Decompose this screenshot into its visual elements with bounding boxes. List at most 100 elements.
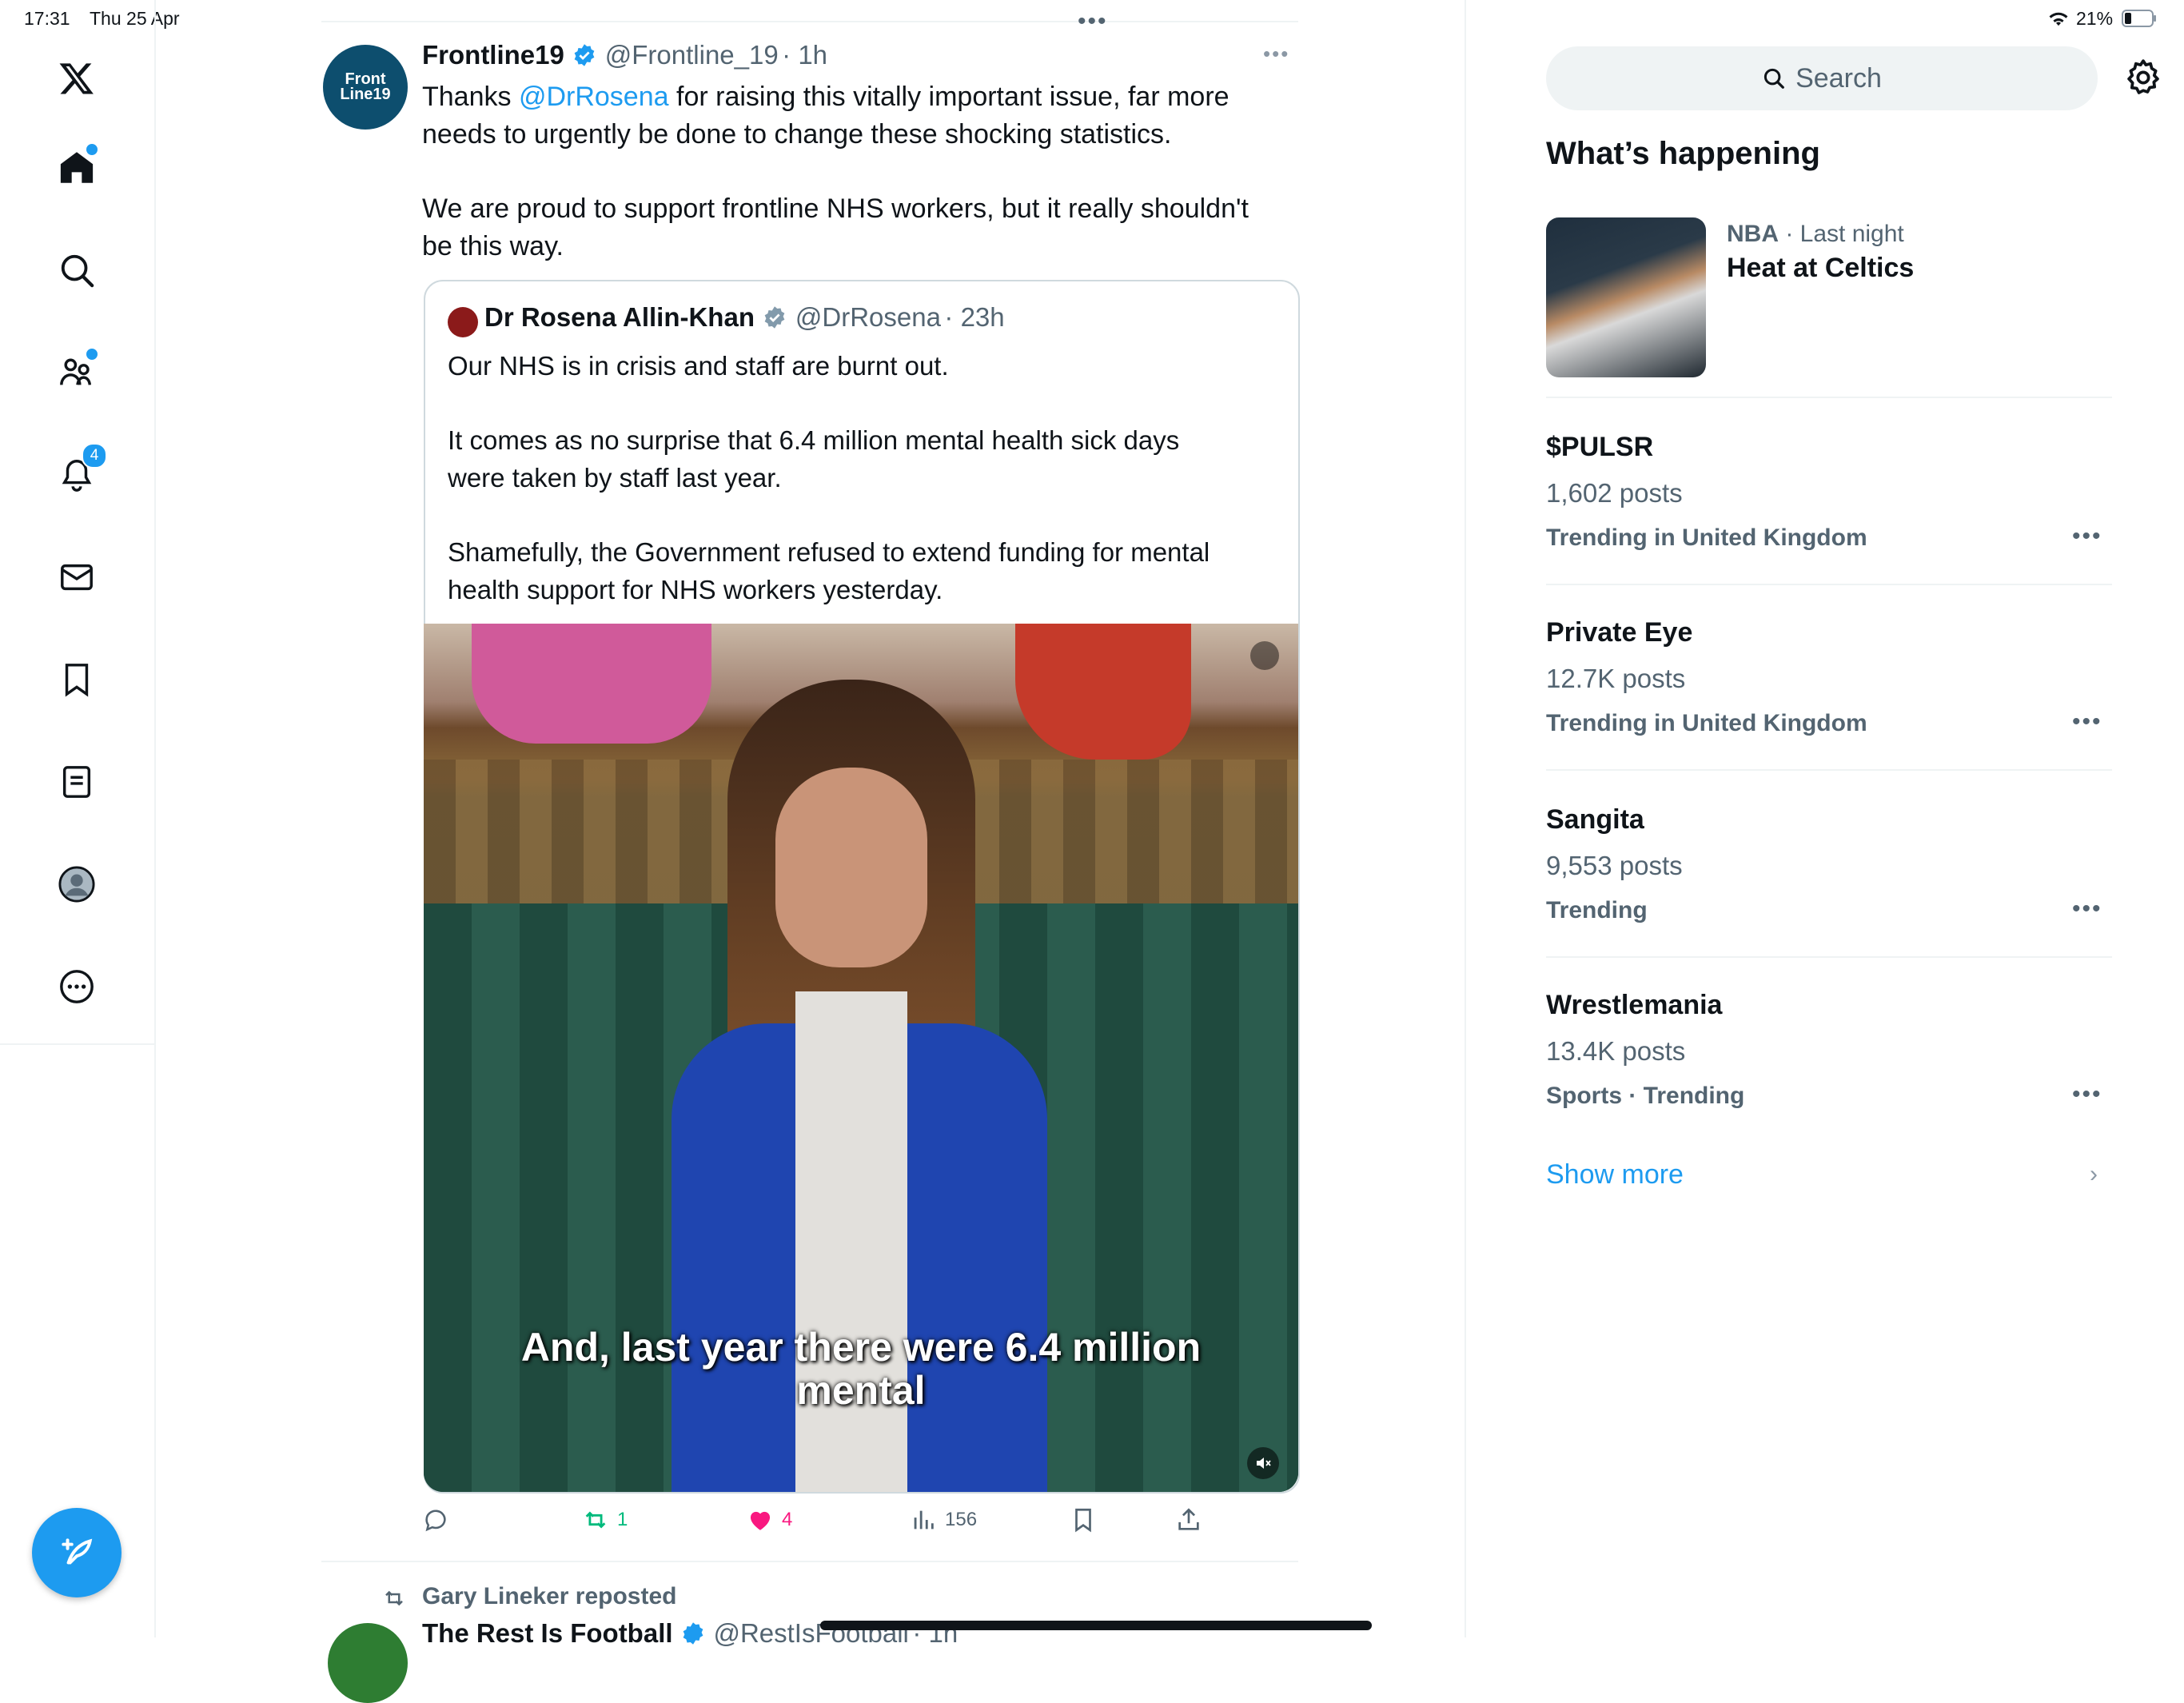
video-settings-icon[interactable] <box>1250 641 1279 670</box>
quoted-text: were taken by staff last year. <box>448 463 782 493</box>
trend-post-count: 13.4K posts <box>1546 1036 1686 1066</box>
trend-title[interactable]: Wrestlemania <box>1546 990 1722 1021</box>
like-button[interactable]: 4 <box>747 1506 792 1533</box>
quoted-tweet-time: · 23h <box>944 302 1005 332</box>
search-placeholder: Search <box>1795 62 1882 94</box>
search-field[interactable]: Search <box>1546 46 2098 110</box>
verified-gray-badge-icon <box>765 306 785 329</box>
featured-trend-title[interactable]: Heat at Celtics <box>1727 253 1914 284</box>
video-scene-face <box>775 768 927 967</box>
caption-line: And, last year there were 6.4 million <box>520 1325 1202 1370</box>
retweet-button[interactable]: 1 <box>582 1506 628 1533</box>
home-icon[interactable] <box>48 139 106 197</box>
video-scene-figure <box>1015 624 1191 760</box>
left-navigation: 4 <box>0 0 156 1637</box>
tweet-text: We are proud to support frontline NHS wo… <box>422 193 1249 224</box>
tweet-author-handle[interactable]: @Frontline_19 <box>605 40 779 70</box>
trend-title[interactable]: $PULSR <box>1546 432 1653 463</box>
tweet-text: be this way. <box>422 231 564 261</box>
x-logo-icon[interactable] <box>48 50 106 107</box>
tweet-body: Thanks @DrRosena for raising this vitall… <box>422 78 1293 265</box>
views-chart-icon <box>914 1510 934 1530</box>
repost-icon <box>382 1586 406 1614</box>
messages-envelope-icon[interactable] <box>48 548 106 606</box>
like-count: 4 <box>782 1509 793 1530</box>
trend-more-icon[interactable]: ••• <box>2072 523 2102 550</box>
next-tweet-avatar[interactable] <box>328 1623 408 1703</box>
reply-button[interactable] <box>422 1506 457 1533</box>
show-more-link[interactable]: Show more <box>1546 1159 1684 1191</box>
communities-icon[interactable] <box>48 344 106 401</box>
column-divider <box>1465 0 1466 1637</box>
share-upload-icon <box>1178 1508 1199 1530</box>
trend-title[interactable]: Sangita <box>1546 804 1644 836</box>
trend-context: Sports · Trending <box>1546 1083 1745 1109</box>
explore-search-icon[interactable] <box>48 241 106 299</box>
views-button[interactable]: 156 <box>910 1506 977 1533</box>
trend-divider <box>1546 769 2112 771</box>
bookmark-button[interactable] <box>1070 1506 1105 1533</box>
quoted-text: health support for NHS workers yesterday… <box>448 575 943 604</box>
bookmark-icon <box>1075 1508 1091 1533</box>
profile-avatar-icon[interactable] <box>48 855 106 913</box>
notifications-badge: 4 <box>82 443 107 469</box>
tweet-time[interactable]: · 1h <box>782 40 827 70</box>
trend-divider <box>1546 956 2112 958</box>
bookmarks-icon[interactable] <box>48 651 106 708</box>
quoted-tweet-header: Dr Rosena Allin-Khan @DrRosena · 23h <box>484 302 1005 333</box>
trend-more-icon[interactable]: ••• <box>2072 895 2102 923</box>
trend-post-count: 12.7K posts <box>1546 664 1686 693</box>
views-count: 156 <box>945 1509 978 1530</box>
caption-line: mental <box>796 1368 926 1413</box>
communities-unread-dot <box>85 347 99 361</box>
nav-divider <box>0 1043 154 1045</box>
more-options-icon[interactable] <box>48 958 106 1015</box>
quoted-author-avatar <box>448 307 478 337</box>
lists-icon[interactable] <box>48 753 106 811</box>
trend-more-icon[interactable]: ••• <box>2072 1081 2102 1108</box>
quoted-tweet-body: Our NHS is in crisis and staff are burnt… <box>448 347 1279 608</box>
tweet-author-name[interactable]: Frontline19 <box>422 40 564 70</box>
trend-divider <box>1546 397 2112 398</box>
verified-badge-icon <box>683 1622 703 1645</box>
home-indicator[interactable] <box>820 1621 1372 1630</box>
tweet-more-icon[interactable]: ••• <box>1263 42 1289 66</box>
featured-time: · Last night <box>1779 221 1904 247</box>
tweet-text: Thanks <box>422 82 519 112</box>
trend-divider <box>1546 584 2112 585</box>
trend-context: Trending in United Kingdom <box>1546 710 1867 736</box>
tweet-text: needs to urgently be done to change thes… <box>422 119 1172 150</box>
whats-happening-heading: What’s happening <box>1546 136 1820 171</box>
video-scene-blouse <box>795 991 907 1492</box>
retweet-count: 1 <box>617 1509 628 1530</box>
quoted-text: It comes as no surprise that 6.4 million… <box>448 425 1180 455</box>
next-tweet-author[interactable]: The Rest Is Football <box>422 1618 673 1648</box>
frontline19-avatar[interactable]: Front Line19 <box>323 45 408 130</box>
trend-post-count: 1,602 posts <box>1546 478 1683 508</box>
multitask-dots-icon[interactable]: ••• <box>1078 8 1108 35</box>
mute-speaker-icon[interactable] <box>1247 1447 1279 1479</box>
trend-title[interactable]: Private Eye <box>1546 617 1692 648</box>
reposted-by-label[interactable]: Gary Lineker reposted <box>422 1583 676 1610</box>
battery-icon <box>2122 10 2157 27</box>
featured-trend-meta: NBA · Last night <box>1727 221 1904 248</box>
chevron-right-icon: › <box>2090 1161 2098 1187</box>
search-icon <box>1764 68 1784 89</box>
compose-post-button[interactable] <box>32 1508 122 1597</box>
trend-context: Trending <box>1546 897 1648 923</box>
video-scene-figure <box>472 624 711 744</box>
quoted-text: Shamefully, the Government refused to ex… <box>448 537 1210 567</box>
quoted-author-name: Dr Rosena Allin-Khan <box>484 302 755 332</box>
reply-bubble-icon <box>425 1510 446 1532</box>
settings-gear-icon[interactable] <box>2123 58 2163 98</box>
tweet-divider <box>321 1561 1298 1562</box>
featured-trend-image[interactable] <box>1546 217 1706 377</box>
trend-post-count: 9,553 posts <box>1546 851 1683 880</box>
wifi-icon <box>2047 10 2070 27</box>
share-button[interactable] <box>1175 1506 1210 1533</box>
video-caption: And, last year there were 6.4 million me… <box>448 1326 1274 1412</box>
mention-link[interactable]: @DrRosena <box>519 82 669 112</box>
timeline-top-divider <box>321 21 1298 22</box>
notifications-bell-icon[interactable]: 4 <box>48 443 107 504</box>
trend-more-icon[interactable]: ••• <box>2072 708 2102 736</box>
